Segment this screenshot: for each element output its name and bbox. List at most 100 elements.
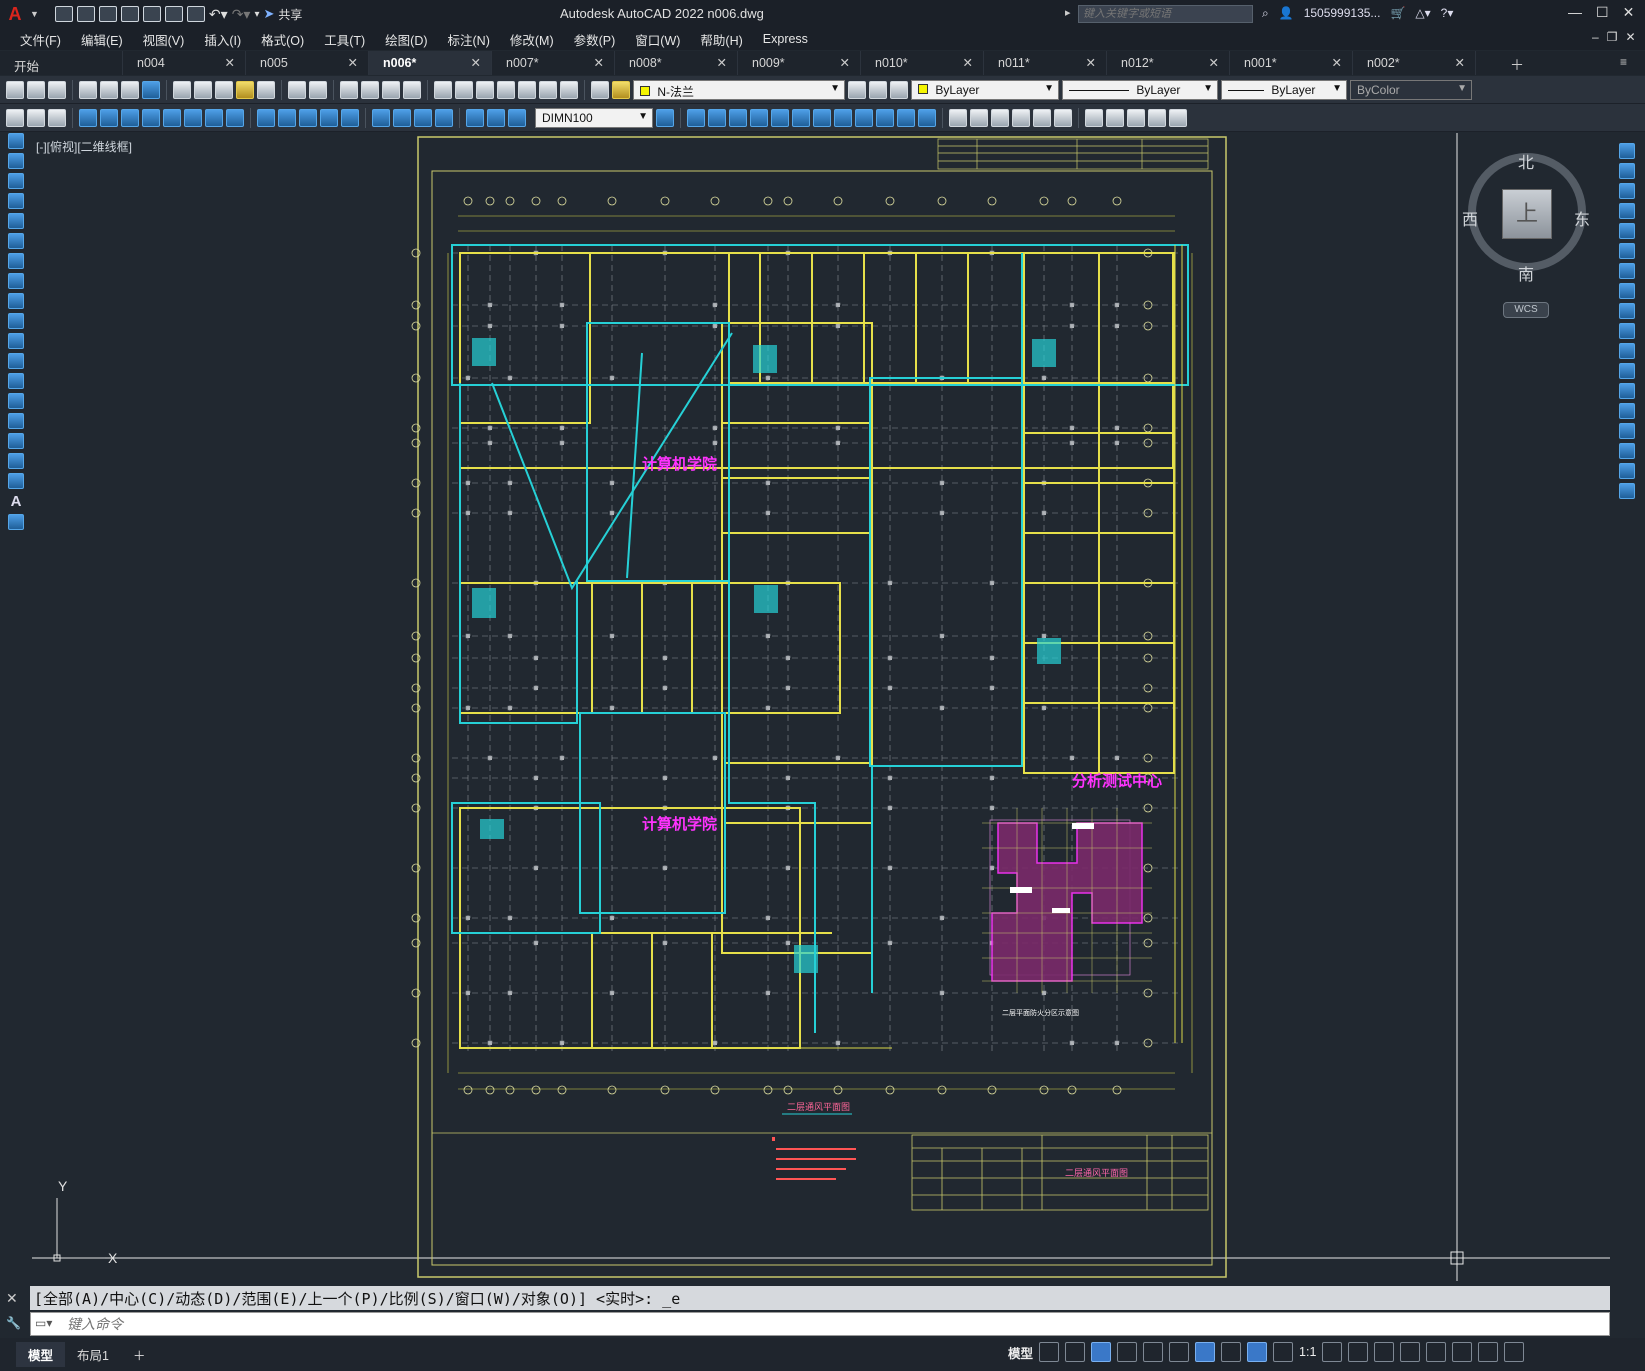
tab-close-icon[interactable]: ✕ xyxy=(1209,55,1219,70)
auto-scale-icon[interactable] xyxy=(1273,1342,1294,1362)
model-space-label[interactable]: 模型 xyxy=(1008,1343,1033,1362)
offset-icon[interactable] xyxy=(1619,203,1635,219)
app-menu-arrow-icon[interactable]: ▼ xyxy=(30,9,39,19)
save-icon[interactable] xyxy=(98,6,117,22)
layer-state-icon[interactable] xyxy=(890,80,908,99)
share-icon[interactable]: ➤ xyxy=(263,6,274,22)
ucs-view-icon[interactable] xyxy=(792,108,810,127)
view-back-icon[interactable] xyxy=(1054,108,1072,127)
zoom-previous-icon[interactable] xyxy=(403,80,421,99)
save-icon[interactable] xyxy=(48,80,66,99)
dim-update-icon[interactable] xyxy=(508,108,526,127)
dim-space-icon[interactable] xyxy=(320,108,338,127)
block-editor-icon[interactable] xyxy=(257,80,275,99)
table-icon[interactable] xyxy=(8,473,24,489)
ucs-z-icon[interactable] xyxy=(918,108,936,127)
command-close-icon[interactable]: ✕ xyxy=(6,1290,18,1307)
help-icon[interactable]: ?▾ xyxy=(1441,6,1454,21)
autodesk-app-icon[interactable]: △▾ xyxy=(1415,6,1430,21)
user-name[interactable]: 1505999135... xyxy=(1304,6,1381,21)
angular-dim-icon[interactable] xyxy=(226,108,244,127)
open-icon[interactable] xyxy=(27,80,45,99)
layer-on-icon[interactable] xyxy=(612,80,630,99)
point-icon[interactable] xyxy=(8,393,24,409)
break-icon[interactable] xyxy=(1619,383,1635,399)
compass-north[interactable]: 北 xyxy=(1518,149,1534,173)
menu-tools[interactable]: 工具(T) xyxy=(314,30,375,49)
save-as-icon[interactable] xyxy=(120,6,139,22)
text-front-icon[interactable] xyxy=(27,108,45,127)
view-se-icon[interactable] xyxy=(1106,108,1124,127)
publish-icon[interactable] xyxy=(121,80,139,99)
array-icon[interactable] xyxy=(1619,223,1635,239)
copy-icon[interactable] xyxy=(194,80,212,99)
app-logo[interactable]: A xyxy=(4,4,26,25)
tab-n008[interactable]: n008* ✕ xyxy=(615,51,738,75)
revcloud-icon[interactable] xyxy=(8,273,24,289)
tab-close-icon[interactable]: ✕ xyxy=(840,55,850,70)
ortho-icon[interactable] xyxy=(1091,1342,1112,1362)
new-tab-icon[interactable]: ＋ xyxy=(1510,55,1524,75)
tab-close-icon[interactable]: ✕ xyxy=(594,55,604,70)
menu-dimension[interactable]: 标注(N) xyxy=(438,30,500,49)
tab-close-icon[interactable]: ✕ xyxy=(963,55,973,70)
tab-n007[interactable]: n007* ✕ xyxy=(492,51,615,75)
arc-icon[interactable] xyxy=(8,233,24,249)
linetype-dropdown[interactable]: ByLayer ▼ xyxy=(1062,79,1218,100)
menu-view[interactable]: 视图(V) xyxy=(133,30,195,49)
insert-block-icon[interactable] xyxy=(8,353,24,369)
menu-help[interactable]: 帮助(H) xyxy=(690,30,752,49)
paste-icon[interactable] xyxy=(215,80,233,99)
plotstyle-dropdown[interactable]: ByColor ▼ xyxy=(1350,79,1472,100)
tab-n006[interactable]: n006* ✕ xyxy=(369,51,492,75)
rectangle-icon[interactable] xyxy=(8,213,24,229)
undo-icon[interactable]: ↶▾ xyxy=(209,6,228,23)
join-icon[interactable] xyxy=(1619,403,1635,419)
share-button[interactable]: 共享 xyxy=(278,6,302,23)
annotation-scale[interactable]: 1:1 xyxy=(1299,1345,1316,1359)
maximize-icon[interactable]: ☐ xyxy=(1596,4,1609,21)
erase-icon[interactable] xyxy=(1619,143,1635,159)
jogged-dim-icon[interactable] xyxy=(184,108,202,127)
fillet-icon[interactable] xyxy=(1619,443,1635,459)
menu-draw[interactable]: 绘图(D) xyxy=(375,30,437,49)
linear-dim-icon[interactable] xyxy=(79,108,97,127)
graphics-performance-icon[interactable] xyxy=(1452,1342,1473,1362)
spline-icon[interactable] xyxy=(8,293,24,309)
3d-dwf-icon[interactable] xyxy=(142,80,160,99)
tab-close-icon[interactable]: ✕ xyxy=(1086,55,1096,70)
ellipse-arc-icon[interactable] xyxy=(8,333,24,349)
extend-icon[interactable] xyxy=(1619,343,1635,359)
rotate-icon[interactable] xyxy=(1619,263,1635,279)
command-customize-icon[interactable]: 🔧 xyxy=(6,1316,21,1330)
ordinate-dim-icon[interactable] xyxy=(142,108,160,127)
ucs-y-icon[interactable] xyxy=(897,108,915,127)
tab-close-icon[interactable]: ✕ xyxy=(348,55,358,70)
customize-qat-icon[interactable]: ▾ xyxy=(254,9,259,20)
tolerance-icon[interactable] xyxy=(372,108,390,127)
view-top-icon[interactable] xyxy=(949,108,967,127)
cut-icon[interactable] xyxy=(173,80,191,99)
view-right-icon[interactable] xyxy=(1012,108,1030,127)
diameter-dim-icon[interactable] xyxy=(205,108,223,127)
tab-layout1[interactable]: 布局1 xyxy=(65,1342,121,1367)
tool-palettes-icon[interactable] xyxy=(476,80,494,99)
tab-model[interactable]: 模型 xyxy=(16,1342,66,1367)
tab-close-icon[interactable]: ✕ xyxy=(1455,55,1465,70)
layer-previous-icon[interactable] xyxy=(869,80,887,99)
dim-edit-icon[interactable] xyxy=(466,108,484,127)
tab-n012[interactable]: n012* ✕ xyxy=(1107,51,1230,75)
hatch-icon[interactable] xyxy=(8,413,24,429)
snap-icon[interactable] xyxy=(1065,1342,1086,1362)
new-icon[interactable] xyxy=(6,80,24,99)
search-input[interactable] xyxy=(1078,5,1253,23)
ucs-object-icon[interactable] xyxy=(771,108,789,127)
view-sw-icon[interactable] xyxy=(1085,108,1103,127)
add-selected-icon[interactable] xyxy=(8,514,24,530)
ucs-zaxis-icon[interactable] xyxy=(834,108,852,127)
ellipse-icon[interactable] xyxy=(8,313,24,329)
isodraft-icon[interactable] xyxy=(1143,1342,1164,1362)
make-block-icon[interactable] xyxy=(8,373,24,389)
tab-list-icon[interactable]: ≡ xyxy=(1620,55,1627,69)
object-snap-icon[interactable] xyxy=(1195,1342,1216,1362)
